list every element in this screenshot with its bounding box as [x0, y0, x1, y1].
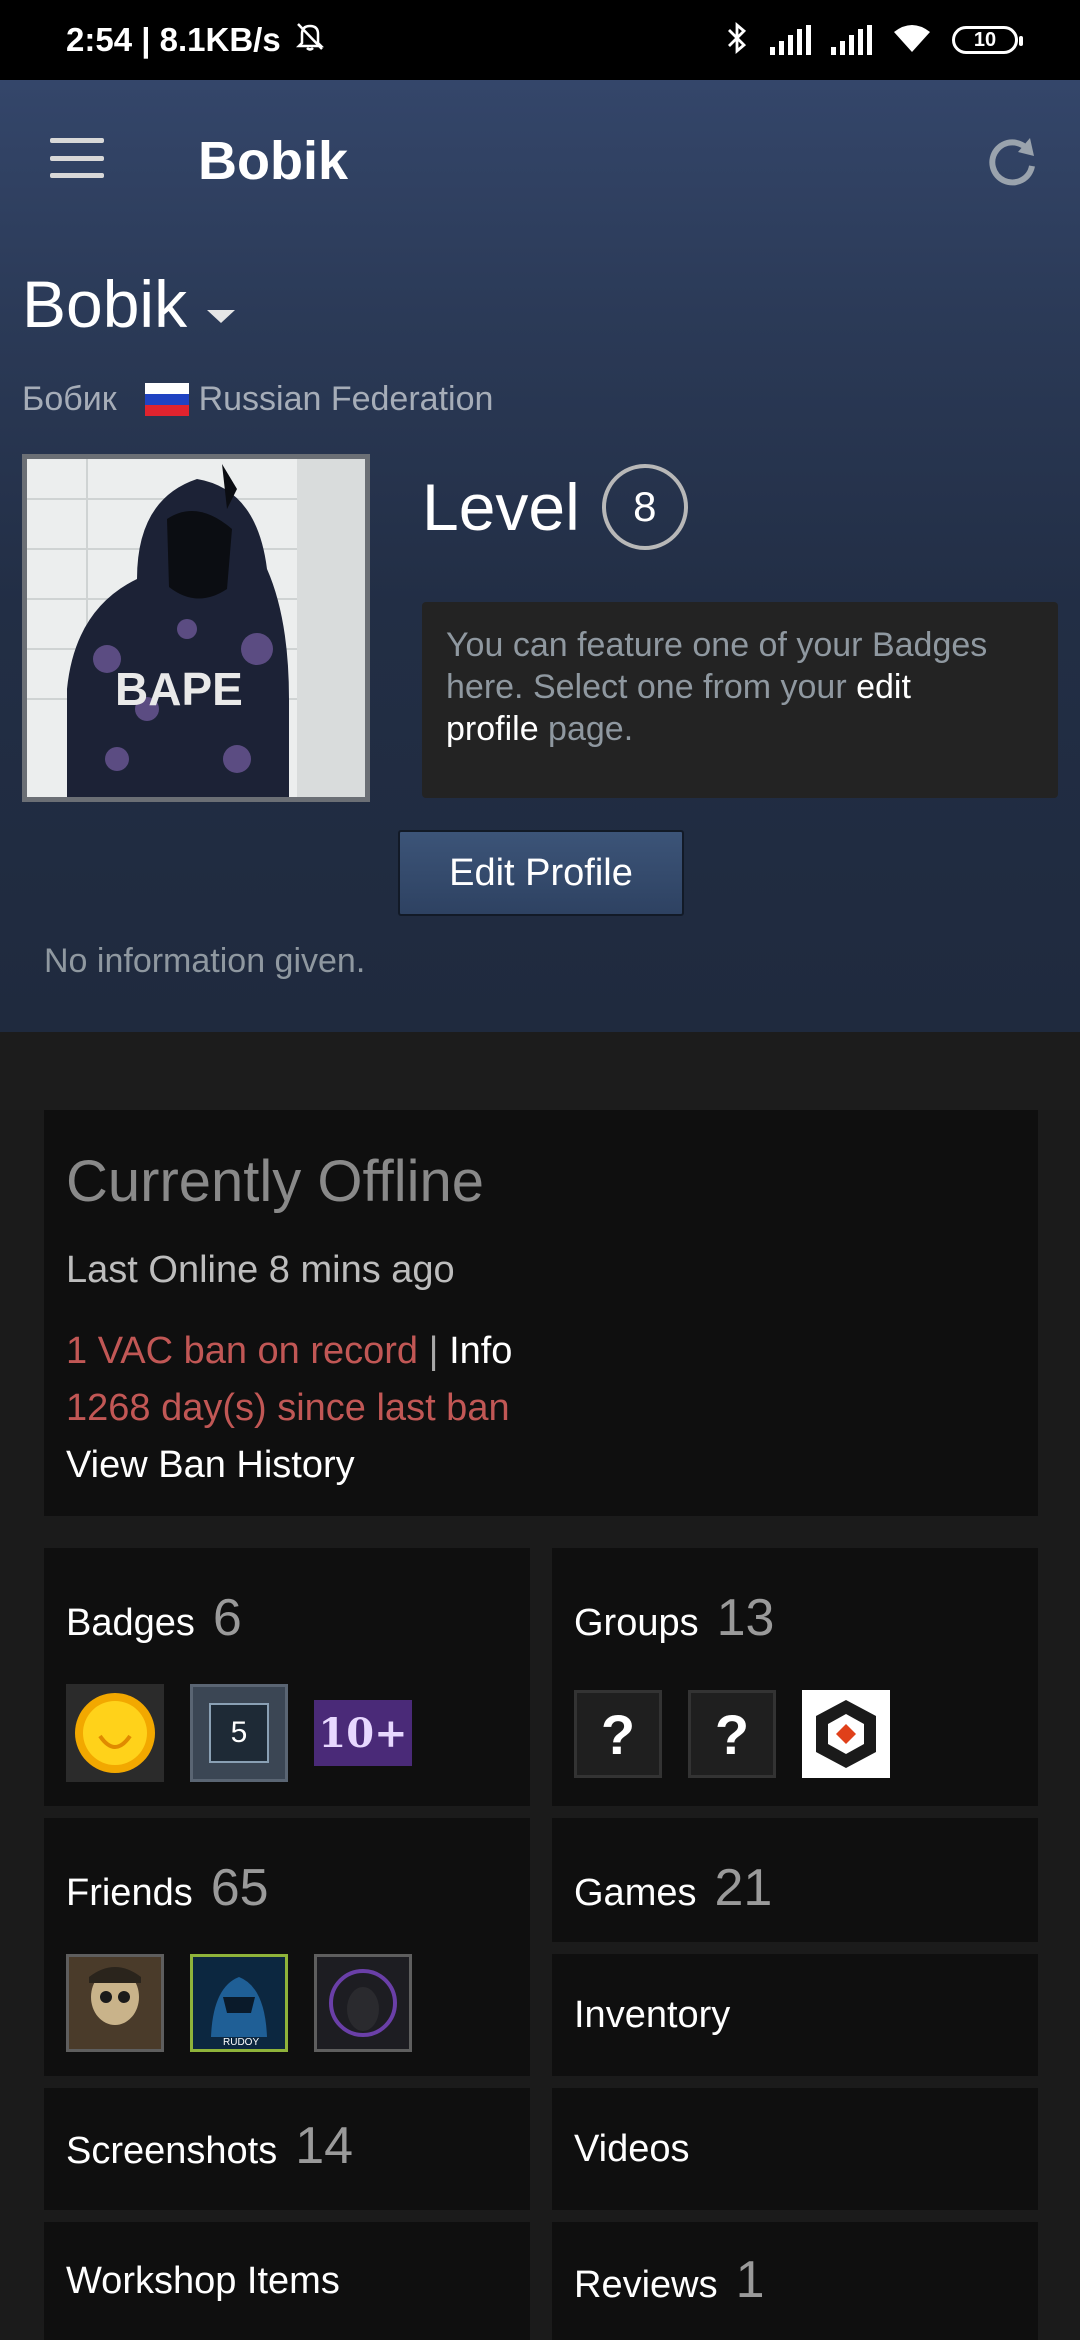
status-bar: 2:54 | 8.1KB/s 10: [0, 0, 1080, 80]
bell-off-icon: [293, 19, 327, 61]
tile-label: Inventory: [574, 1993, 731, 2036]
featured-badge-prompt: You can feature one of your Badges here.…: [422, 602, 1058, 798]
group-avatar-logo[interactable]: [802, 1690, 890, 1778]
tile-games[interactable]: Games 21: [552, 1818, 1038, 1942]
view-ban-history-link[interactable]: View Ban History: [66, 1444, 1016, 1487]
level-row: Level 8: [422, 464, 688, 550]
edit-profile-button[interactable]: Edit Profile: [398, 830, 684, 916]
status-right: 10: [724, 21, 1023, 60]
persona-name: Bobik: [22, 267, 188, 341]
tile-reviews[interactable]: Reviews 1: [552, 2222, 1038, 2340]
tile-head: Screenshots 14: [66, 2116, 508, 2176]
tile-videos[interactable]: Videos: [552, 2088, 1038, 2210]
profile-header: Bobik Bobik Бобик Russian Federation BAP…: [0, 80, 1080, 1032]
section-divider: [0, 1032, 1080, 1110]
ban-info-link[interactable]: Info: [449, 1330, 512, 1372]
level-value: 8: [633, 483, 657, 530]
friend-avatar[interactable]: [314, 1954, 412, 2052]
level-badge[interactable]: 8: [601, 464, 688, 550]
tile-friends[interactable]: Friends 65 RUDOY: [44, 1818, 530, 2076]
friend-avatar[interactable]: RUDOY: [190, 1954, 288, 2052]
tile-count: 13: [716, 1589, 775, 1647]
wifi-icon: [892, 22, 932, 59]
level-10-badge-icon[interactable]: 10+: [314, 1700, 412, 1766]
years-badge-icon[interactable]: 5: [190, 1684, 288, 1782]
days-since-ban: 1268 day(s) since last ban: [66, 1387, 510, 1429]
status-left: 2:54 | 8.1KB/s: [66, 19, 327, 61]
tile-label: Games: [574, 1872, 697, 1914]
tile-head: Reviews 1: [574, 2250, 1016, 2310]
tile-badges[interactable]: Badges 6 5 10+: [44, 1548, 530, 1806]
tile-head: Games 21: [574, 1858, 1016, 1918]
caret-down-icon: [207, 309, 236, 323]
separator: |: [428, 1330, 439, 1372]
tile-label: Reviews: [574, 2264, 718, 2306]
profile-link[interactable]: profile: [446, 710, 539, 748]
level-10-badge-text: 10+: [318, 1709, 408, 1757]
tile-head: Friends 65: [66, 1858, 508, 1918]
signal-icon: [831, 25, 872, 55]
profile-summary: No information given.: [44, 942, 366, 980]
menu-icon[interactable]: [50, 138, 104, 178]
friend-avatar[interactable]: [66, 1954, 164, 2052]
group-avatar-unknown[interactable]: ?: [574, 1690, 662, 1778]
tile-label: Groups: [574, 1602, 699, 1644]
app-bar: Bobik: [0, 80, 1080, 240]
tile-screenshots[interactable]: Screenshots 14: [44, 2088, 530, 2210]
tile-groups[interactable]: Groups 13 ? ?: [552, 1548, 1038, 1806]
level-label: Level: [422, 470, 580, 544]
real-name: Бобик: [22, 380, 117, 418]
signal-icon: [770, 25, 811, 55]
tile-label: Badges: [66, 1602, 195, 1644]
years-badge-text: 5: [209, 1703, 269, 1763]
group-placeholder-text: ?: [714, 1702, 750, 1766]
group-thumbs: ? ?: [574, 1684, 1016, 1778]
tile-label: Friends: [66, 1872, 193, 1914]
battery-icon: 10: [952, 26, 1023, 54]
country-name: Russian Federation: [198, 380, 494, 418]
status-time-speed: 2:54 | 8.1KB/s: [66, 21, 281, 58]
group-avatar-unknown[interactable]: ?: [688, 1690, 776, 1778]
tile-count: 6: [212, 1589, 242, 1647]
friend-avatar-text: RUDOY: [223, 2037, 259, 2048]
tile-count: 21: [714, 1859, 773, 1917]
badge-prompt-suffix: page.: [538, 710, 634, 748]
battery-level: 10: [973, 28, 997, 51]
persona-name-dropdown[interactable]: Bobik: [22, 266, 236, 342]
app-title: Bobik: [198, 131, 349, 191]
russia-flag-icon: [144, 382, 189, 417]
tile-head: Badges 6: [66, 1588, 508, 1648]
tile-count: 65: [210, 1859, 269, 1917]
tile-workshop-items[interactable]: Workshop Items: [44, 2222, 530, 2340]
last-online: Last Online 8 mins ago: [66, 1249, 455, 1291]
avatar-text: BAPE: [115, 663, 243, 715]
tile-head: Groups 13: [574, 1588, 1016, 1648]
tile-label: Screenshots: [66, 2130, 278, 2172]
edit-link[interactable]: edit: [856, 668, 911, 706]
vac-ban-line: 1 VAC ban on record | Info: [66, 1330, 1016, 1373]
avatar[interactable]: BAPE: [22, 454, 370, 802]
status-block: Currently Offline Last Online 8 mins ago…: [44, 1110, 1038, 1516]
bluetooth-icon: [724, 21, 750, 60]
refresh-icon[interactable]: [982, 132, 1042, 192]
tile-label: Workshop Items: [66, 2259, 340, 2302]
online-status-title: Currently Offline: [66, 1149, 484, 1214]
group-placeholder-text: ?: [600, 1702, 636, 1766]
real-name-row: Бобик Russian Federation: [22, 380, 493, 419]
tile-label: Videos: [574, 2127, 690, 2170]
friend-thumbs: RUDOY: [66, 1954, 508, 2052]
tile-inventory[interactable]: Inventory: [552, 1954, 1038, 2076]
coin-badge-icon[interactable]: [66, 1684, 164, 1782]
tile-count: 14: [295, 2117, 354, 2175]
tile-count: 1: [735, 2251, 765, 2309]
vac-ban-count: 1 VAC ban on record: [66, 1330, 419, 1372]
badge-thumbs: 5 10+: [66, 1684, 508, 1782]
